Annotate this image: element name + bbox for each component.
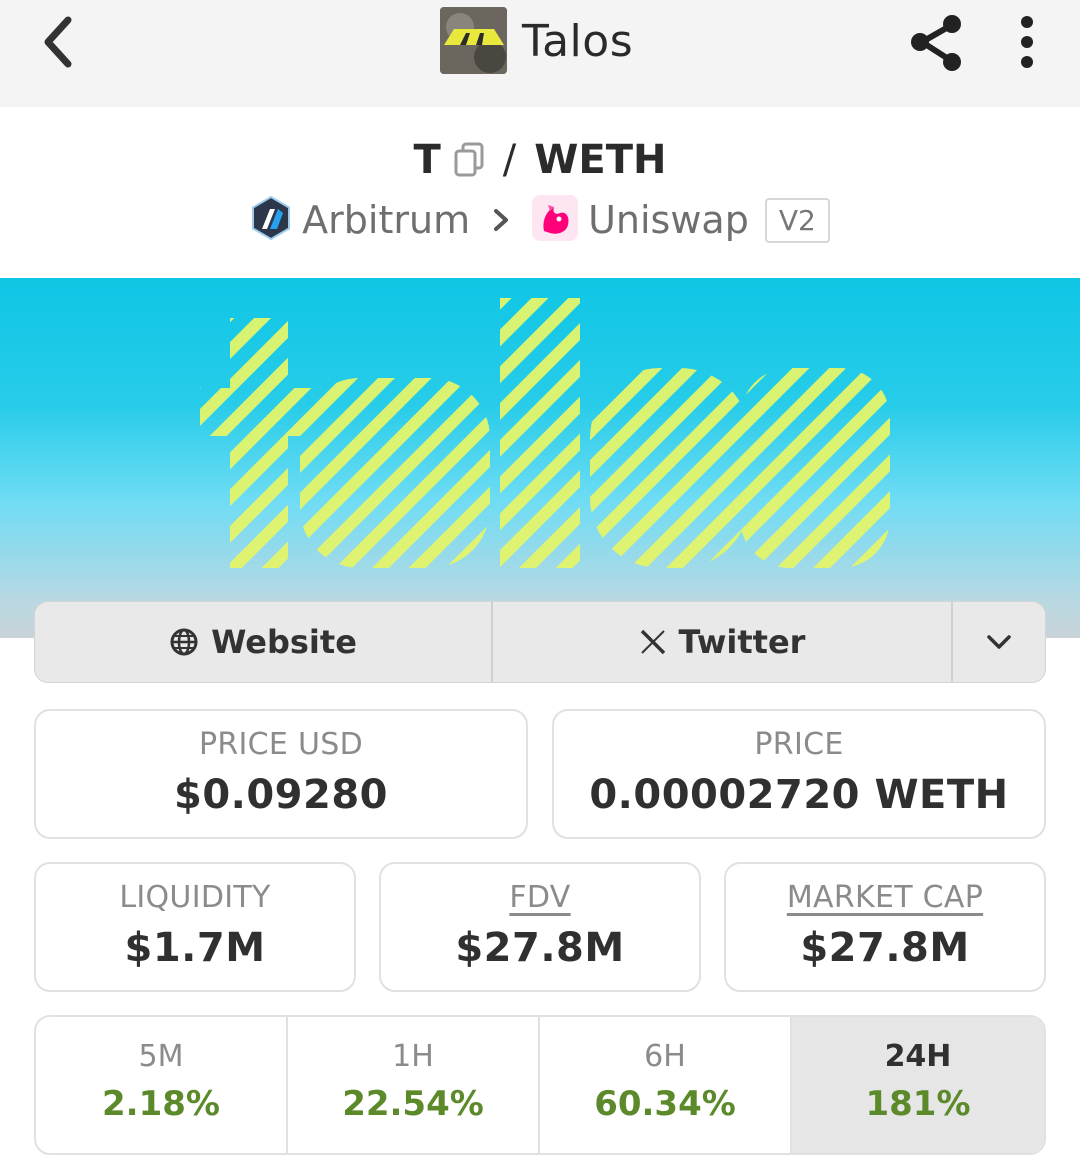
timeframe-tab-1h[interactable]: 1H 22.54% (288, 1017, 540, 1153)
price-usd-label: PRICE USD (198, 727, 364, 762)
timeframe-label: 6H (644, 1039, 686, 1074)
market-cap-card: MARKET CAP $27.8M (724, 862, 1046, 992)
chevron-left-icon (44, 16, 72, 68)
x-logo-icon (640, 629, 665, 655)
price-change-value: 2.18% (102, 1084, 220, 1124)
price-change-timeframes: 5M 2.18% 1H 22.54% 6H 60.34% 24H 181% (34, 1015, 1046, 1155)
price-native-value: 0.00002720 WETH (589, 772, 1009, 818)
price-native-label: PRICE (754, 727, 844, 762)
timeframe-label: 24H (884, 1039, 952, 1074)
market-cap-value: $27.8M (800, 925, 970, 971)
chevron-right-icon (494, 209, 509, 231)
app-bar: Talos (0, 0, 1080, 107)
dex-version-badge: V2 (764, 197, 830, 243)
page-title: Talos (522, 16, 634, 67)
share-button[interactable] (904, 10, 968, 74)
website-link-button[interactable]: Website (35, 602, 493, 682)
share-icon (911, 15, 961, 71)
base-token-symbol: T (413, 137, 441, 183)
links-bar: Website Twitter (34, 601, 1046, 683)
twitter-link-button[interactable]: Twitter (493, 602, 953, 682)
timeframe-tab-6h[interactable]: 6H 60.34% (540, 1017, 792, 1153)
price-change-value: 181% (865, 1084, 971, 1124)
timeframe-tab-5m[interactable]: 5M 2.18% (36, 1017, 288, 1153)
website-label: Website (211, 623, 357, 661)
fdv-label[interactable]: FDV (381, 880, 699, 915)
market-cap-label[interactable]: MARKET CAP (726, 880, 1044, 915)
fdv-card: FDV $27.8M (379, 862, 701, 992)
more-vertical-icon (1021, 16, 1033, 68)
pair-separator: / (502, 137, 517, 183)
copy-icon[interactable] (453, 142, 485, 178)
chain-dex-breadcrumb: Arbitrum Uniswap V2 (0, 190, 1080, 250)
price-usd-value: $0.09280 (173, 772, 389, 818)
pair-title: T / WETH (0, 132, 1080, 188)
token-avatar (440, 7, 507, 74)
fdv-value: $27.8M (455, 925, 625, 971)
token-banner-image (0, 278, 1080, 638)
globe-icon (170, 628, 198, 656)
timeframe-label: 1H (392, 1039, 434, 1074)
more-links-dropdown[interactable] (953, 602, 1045, 682)
price-change-value: 60.34% (594, 1084, 736, 1124)
back-button[interactable] (30, 14, 86, 70)
price-change-value: 22.54% (342, 1084, 484, 1124)
timeframe-label: 5M (138, 1039, 184, 1074)
quote-token-symbol: WETH (534, 137, 667, 183)
more-options-button[interactable] (1004, 10, 1050, 74)
arbitrum-logo-icon (250, 195, 292, 245)
price-native-card: PRICE 0.00002720 WETH (552, 709, 1046, 839)
liquidity-card: LIQUIDITY $1.7M (34, 862, 356, 992)
liquidity-value: $1.7M (124, 925, 266, 971)
price-usd-card: PRICE USD $0.09280 (34, 709, 528, 839)
dex-name[interactable]: Uniswap (588, 198, 749, 242)
uniswap-logo-icon (532, 195, 579, 245)
twitter-label: Twitter (678, 623, 806, 661)
liquidity-label: LIQUIDITY (119, 880, 271, 915)
chain-name[interactable]: Arbitrum (302, 198, 470, 242)
timeframe-tab-24h[interactable]: 24H 181% (792, 1017, 1044, 1153)
chevron-down-icon (987, 635, 1011, 649)
